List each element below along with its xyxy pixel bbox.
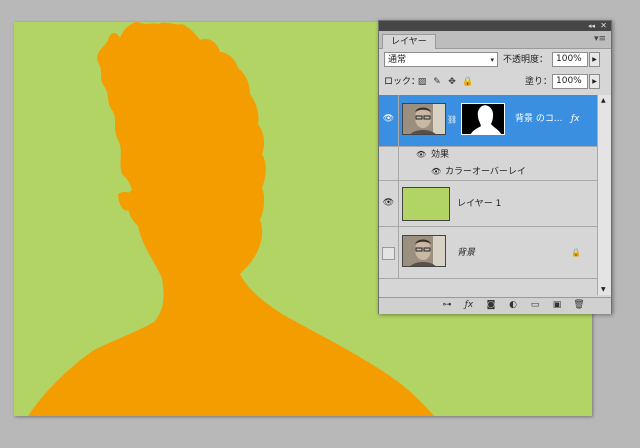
layer-name[interactable]: 背景 [457, 247, 475, 259]
layer-name[interactable]: 背景 のコ... [515, 113, 562, 125]
add-mask-icon[interactable]: ◙ [485, 300, 497, 311]
add-style-icon[interactable]: ƒx [463, 300, 475, 311]
blend-mode-select[interactable]: 通常 ▾ [384, 52, 498, 67]
lock-icon: 🔒 [571, 248, 581, 257]
close-panel-icon[interactable]: ✕ [600, 21, 607, 31]
visibility-toggle[interactable] [382, 247, 395, 260]
lock-row: ロック： ▨ ✎ ✥ 🔒 塗り： 100% ▶ [379, 72, 611, 92]
layer-thumbnail [402, 187, 450, 221]
layer-row-background[interactable]: 背景 🔒 [379, 227, 597, 279]
lock-all-icon[interactable]: 🔒 [462, 77, 473, 87]
eye-icon[interactable]: 👁 [382, 197, 395, 210]
panel-footer: ⊶ ƒx ◙ ◐ ▭ ▣ 🗑 [379, 297, 611, 314]
portrait-thumbnail-icon [403, 104, 445, 134]
layer-row-background-copy[interactable]: 👁 ⛓ 背景 のコ... ƒx [379, 95, 597, 147]
layers-panel: ◂◂ ✕ レイヤー ▾≡ 通常 ▾ 不透明度： 100% ▶ ロック： ▨ ✎ … [378, 20, 612, 314]
layer-name[interactable]: レイヤー 1 [457, 198, 501, 210]
fill-input[interactable]: 100% [552, 74, 588, 89]
effects-row[interactable]: 👁 効果 [379, 147, 597, 164]
effects-label: 効果 [431, 150, 450, 160]
layer-thumbnail [402, 103, 446, 135]
mask-link-icon[interactable]: ⛓ [447, 115, 457, 124]
new-layer-icon[interactable]: ▣ [551, 300, 563, 311]
layer-thumbnail [402, 235, 446, 267]
link-layers-icon[interactable]: ⊶ [441, 300, 453, 311]
mask-silhouette-icon [462, 104, 504, 134]
blend-row: 通常 ▾ 不透明度： 100% ▶ [379, 50, 611, 70]
layer-list: 👁 ⛓ 背景 のコ... ƒx 👁 効果 👁 カラーオーバーレイ 👁 レイヤー … [379, 95, 597, 295]
panel-titlebar: ◂◂ ✕ [379, 21, 611, 31]
opacity-label: 不透明度： [503, 55, 549, 65]
visibility-divider [398, 164, 399, 180]
panel-tab-row: レイヤー ▾≡ [379, 31, 611, 49]
lock-transparent-icon[interactable]: ▨ [417, 77, 427, 87]
panel-menu-icon[interactable]: ▾≡ [594, 34, 606, 44]
eye-icon[interactable]: 👁 [382, 113, 395, 126]
scroll-down-icon[interactable]: ▼ [601, 286, 606, 293]
new-group-icon[interactable]: ▭ [529, 300, 541, 311]
effect-item-row[interactable]: 👁 カラーオーバーレイ [379, 164, 597, 181]
scroll-up-icon[interactable]: ▲ [601, 97, 606, 104]
fill-label: 塗り： [525, 77, 553, 87]
lock-image-icon[interactable]: ✎ [432, 77, 442, 87]
mask-thumbnail[interactable] [461, 103, 505, 135]
collapse-panel-icon[interactable]: ◂◂ [588, 21, 595, 31]
layer-list-scrollbar[interactable]: ▲ ▼ [597, 95, 611, 295]
adjustment-layer-icon[interactable]: ◐ [507, 300, 519, 311]
opacity-input[interactable]: 100% [552, 52, 588, 67]
trash-icon[interactable]: 🗑 [573, 300, 585, 311]
lock-position-icon[interactable]: ✥ [447, 77, 457, 87]
portrait-thumbnail-icon [403, 236, 445, 266]
silhouette-shape [28, 22, 434, 416]
tab-layers[interactable]: レイヤー [382, 34, 436, 49]
eye-icon[interactable]: 👁 [431, 166, 441, 178]
visibility-divider [398, 147, 399, 164]
fx-icon[interactable]: ƒx [571, 113, 580, 125]
fill-slider-button[interactable]: ▶ [589, 74, 600, 89]
layer-row-layer-1[interactable]: 👁 レイヤー 1 [379, 181, 597, 227]
lock-label: ロック： [384, 77, 421, 87]
chevron-down-icon: ▾ [490, 56, 494, 64]
visibility-divider [398, 227, 399, 278]
blend-mode-value: 通常 [388, 55, 407, 65]
eye-icon[interactable]: 👁 [416, 149, 426, 161]
visibility-divider [398, 95, 399, 146]
visibility-divider [398, 181, 399, 226]
effect-color-overlay-label: カラーオーバーレイ [445, 167, 526, 177]
opacity-slider-button[interactable]: ▶ [589, 52, 600, 67]
